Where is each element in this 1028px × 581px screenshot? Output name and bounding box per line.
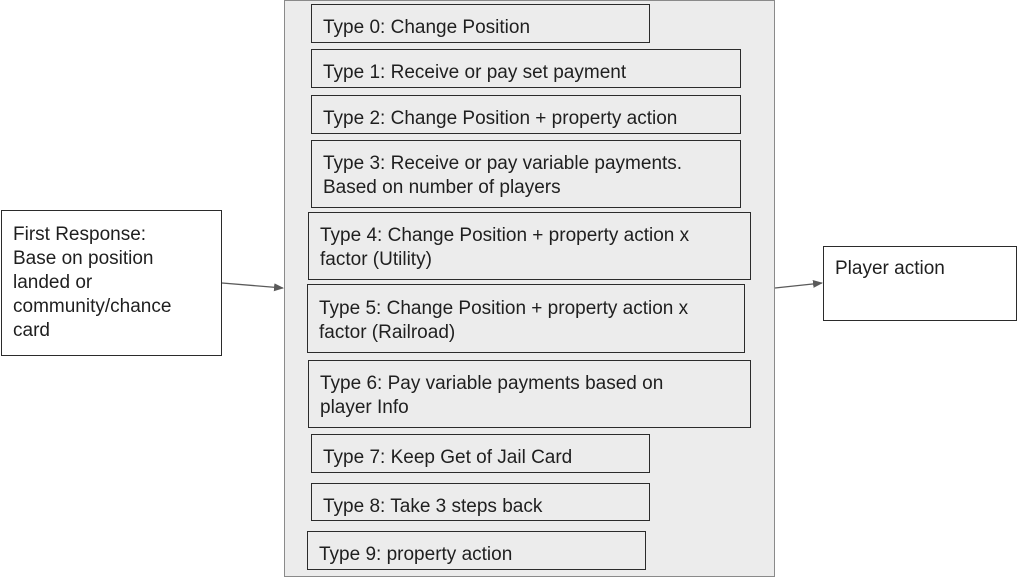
arrow-input-to-types	[221, 282, 284, 292]
arrow-types-to-output	[774, 279, 823, 289]
connector-arrows	[221, 279, 823, 292]
